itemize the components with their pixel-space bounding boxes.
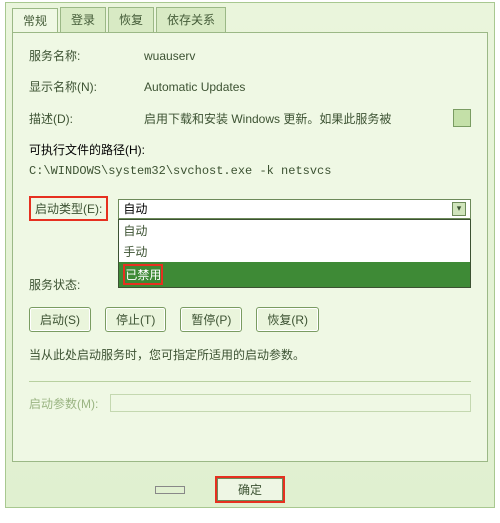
chevron-down-icon[interactable]: ▾ [452, 202, 466, 216]
description-value: 启用下载和安装 Windows 更新。如果此服务被 [144, 110, 447, 127]
startup-type-dropdown: 自动 手动 已禁用 [118, 219, 471, 288]
tab-general[interactable]: 常规 [12, 8, 58, 33]
start-params-row: 启动参数(M): [29, 394, 471, 412]
service-name-value: wuauserv [144, 49, 471, 63]
service-name-row: 服务名称: wuauserv [29, 47, 471, 64]
tab-logon[interactable]: 登录 [60, 7, 106, 32]
pause-button[interactable]: 暂停(P) [180, 307, 242, 332]
service-properties-dialog: 常规 登录 恢复 依存关系 Gxlcms 脚本 源码 编程 服务名称: wuau… [5, 2, 495, 508]
separator [29, 381, 471, 382]
startup-type-row: 启动类型(E): 自动 ▾ 自动 手动 已禁用 [29, 196, 471, 221]
dropdown-option-auto[interactable]: 自动 [119, 220, 470, 241]
dropdown-option-disabled-text: 已禁用 [123, 264, 163, 285]
start-params-label: 启动参数(M): [29, 395, 98, 412]
display-name-label: 显示名称(N): [29, 78, 144, 95]
general-panel: Gxlcms 脚本 源码 编程 服务名称: wuauserv 显示名称(N): … [12, 32, 488, 462]
startup-type-selected: 自动 [123, 200, 147, 217]
info-text: 当从此处启动服务时，您可指定所适用的启动参数。 [29, 346, 471, 363]
decorative-box [155, 486, 185, 494]
control-buttons: 启动(S) 停止(T) 暂停(P) 恢复(R) [29, 307, 471, 332]
tab-bar: 常规 登录 恢复 依存关系 [6, 3, 494, 32]
description-expand-button[interactable] [453, 109, 471, 127]
display-name-value: Automatic Updates [144, 80, 471, 94]
dropdown-option-disabled[interactable]: 已禁用 [119, 262, 470, 287]
ok-button[interactable]: 确定 [217, 478, 283, 501]
dropdown-option-manual[interactable]: 手动 [119, 241, 470, 262]
service-name-label: 服务名称: [29, 47, 144, 64]
description-row: 描述(D): 启用下载和安装 Windows 更新。如果此服务被 [29, 109, 471, 127]
resume-button[interactable]: 恢复(R) [256, 307, 319, 332]
startup-type-label: 启动类型(E): [29, 196, 108, 221]
startup-type-select-wrap: 自动 ▾ 自动 手动 已禁用 [118, 199, 471, 219]
exe-path-value: C:\WINDOWS\system32\svchost.exe -k netsv… [29, 164, 471, 178]
description-label: 描述(D): [29, 110, 144, 127]
startup-type-select[interactable]: 自动 ▾ [118, 199, 471, 219]
tab-dependencies[interactable]: 依存关系 [156, 7, 226, 32]
bottom-bar: 确定 [6, 468, 494, 507]
exe-path-label: 可执行文件的路径(H): [29, 141, 471, 158]
tab-recovery[interactable]: 恢复 [108, 7, 154, 32]
ok-button-highlight: 确定 [215, 476, 285, 503]
stop-button[interactable]: 停止(T) [105, 307, 166, 332]
start-button[interactable]: 启动(S) [29, 307, 91, 332]
display-name-row: 显示名称(N): Automatic Updates [29, 78, 471, 95]
start-params-input[interactable] [110, 394, 471, 412]
